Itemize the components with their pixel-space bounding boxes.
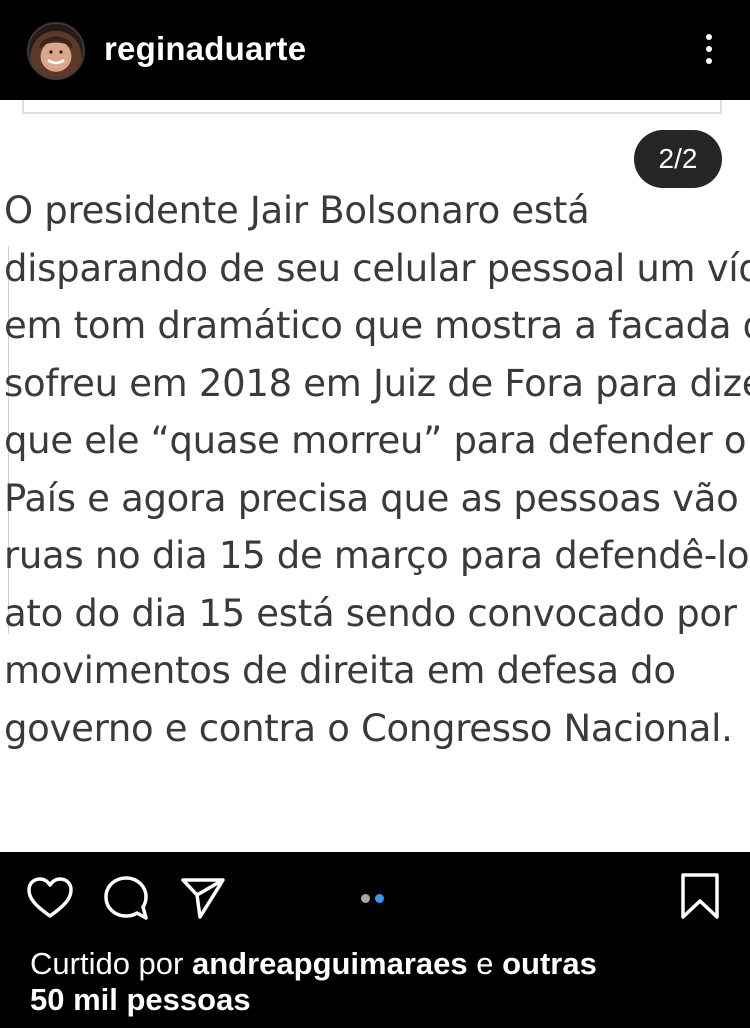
action-bar: Curtido por andreapguimaraes e outras 50… bbox=[0, 852, 750, 1028]
article-line: movimentos de direita em defesa do bbox=[4, 649, 676, 692]
carousel-counter: 2/2 bbox=[634, 130, 722, 188]
share-icon[interactable] bbox=[180, 876, 226, 920]
likes-prefix: Curtido por bbox=[30, 946, 192, 981]
article-line: em tom dramático que mostra a facada que bbox=[4, 304, 750, 347]
carousel-dot-active bbox=[375, 894, 384, 903]
article-line: que ele “quase morreu” para defender o bbox=[4, 419, 747, 462]
carousel-dots bbox=[361, 890, 389, 908]
article-line: sofreu em 2018 em Juiz de Fora para dize… bbox=[4, 361, 750, 405]
carousel-dot bbox=[361, 894, 370, 903]
post-header: reginaduarte bbox=[0, 0, 750, 100]
avatar-face-icon bbox=[39, 36, 73, 69]
article-line: disparando de seu celular pessoal um víd… bbox=[4, 246, 750, 290]
likes-others[interactable]: outras bbox=[502, 946, 597, 981]
save-icon[interactable] bbox=[680, 872, 720, 920]
article-line: governo e contra o Congresso Nacional. bbox=[4, 706, 733, 750]
article-text: O presidente Jair Bolsonaro está dispara… bbox=[4, 182, 750, 757]
likes-count[interactable]: 50 mil pessoas bbox=[30, 982, 251, 1017]
liked-by-user[interactable]: andreapguimaraes bbox=[192, 946, 468, 981]
avatar[interactable] bbox=[27, 22, 85, 80]
article-line: ruas no dia 15 de março para defendê-lo.… bbox=[4, 534, 750, 577]
card-border bbox=[22, 100, 722, 114]
article-line: País e agora precisa que as pessoas vão … bbox=[4, 476, 750, 520]
heart-icon[interactable] bbox=[26, 876, 74, 920]
more-vertical-icon[interactable] bbox=[704, 34, 714, 68]
post-image[interactable]: 2/2 O presidente Jair Bolsonaro está dis… bbox=[0, 100, 750, 852]
username[interactable]: reginaduarte bbox=[104, 30, 306, 68]
article-line: ato do dia 15 está sendo convocado por bbox=[4, 591, 737, 635]
likes-middle: e bbox=[467, 946, 503, 981]
article-line: O presidente Jair Bolsonaro está bbox=[4, 189, 590, 232]
comment-icon[interactable] bbox=[102, 874, 150, 922]
likes-summary[interactable]: Curtido por andreapguimaraes e outras 50… bbox=[30, 946, 730, 1018]
